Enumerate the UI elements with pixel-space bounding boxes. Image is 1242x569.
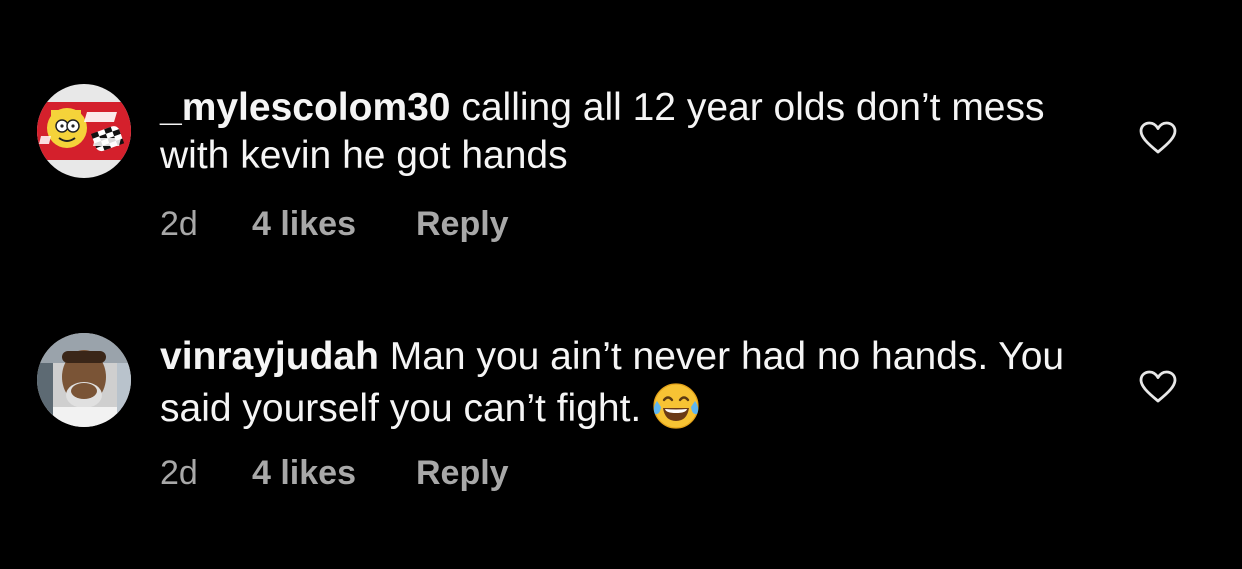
avatar[interactable]: [37, 84, 131, 178]
heart-icon[interactable]: [1139, 121, 1177, 155]
likes-count[interactable]: 4 likes: [252, 204, 416, 244]
simpson-supreme-avatar-icon: [37, 84, 131, 178]
comment-text: _mylescolom30 calling all 12 year olds d…: [160, 84, 1090, 180]
comment-text: vinrayjudah Man you ain’t never had no h…: [160, 333, 1090, 433]
profile-photo-avatar-icon: [37, 333, 131, 427]
likes-count[interactable]: 4 likes: [252, 453, 416, 493]
username[interactable]: _mylescolom30: [160, 86, 451, 129]
reply-button[interactable]: Reply: [416, 204, 509, 244]
avatar[interactable]: [37, 333, 131, 427]
username[interactable]: vinrayjudah: [160, 335, 379, 378]
reply-button[interactable]: Reply: [416, 453, 509, 493]
heart-icon[interactable]: [1139, 370, 1177, 404]
comment-time: 2d: [160, 454, 198, 492]
comment-meta: 2d 4 likes Reply: [160, 453, 509, 493]
comment-time: 2d: [160, 205, 198, 243]
comment-meta: 2d 4 likes Reply: [160, 204, 509, 244]
tears-of-joy-emoji: [651, 381, 701, 431]
